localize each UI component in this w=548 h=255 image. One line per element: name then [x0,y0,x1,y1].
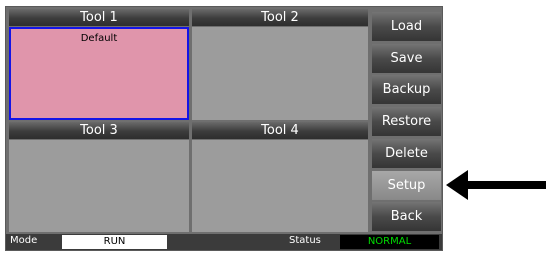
tool-1-name: Default [80,33,118,44]
restore-button[interactable]: Restore [372,107,441,136]
tool-4-header: Tool 4 [192,122,368,139]
tool-3-header: Tool 3 [9,122,189,139]
delete-button[interactable]: Delete [372,139,441,168]
setup-button[interactable]: Setup [372,171,441,200]
load-button[interactable]: Load [372,12,441,41]
status-bar: Mode RUN Status NORMAL [6,234,442,250]
arrow-left-icon [446,170,546,200]
tool-4-slot[interactable] [192,140,368,232]
backup-button[interactable]: Backup [372,75,441,104]
mode-label: Mode [10,235,38,246]
back-button[interactable]: Back [372,202,441,231]
status-label: Status [289,235,321,246]
tool-1-header: Tool 1 [9,9,189,26]
tool-manager-screen: Tool 1 Tool 2 Default Tool 3 Tool 4 Load… [5,6,443,251]
tool-2-header: Tool 2 [192,9,368,26]
tool-2-slot[interactable] [192,27,368,120]
tool-1-slot[interactable]: Default [9,27,189,120]
status-value: NORMAL [340,235,439,249]
mode-value: RUN [62,235,167,249]
save-button[interactable]: Save [372,44,441,73]
tool-3-slot[interactable] [9,140,189,232]
